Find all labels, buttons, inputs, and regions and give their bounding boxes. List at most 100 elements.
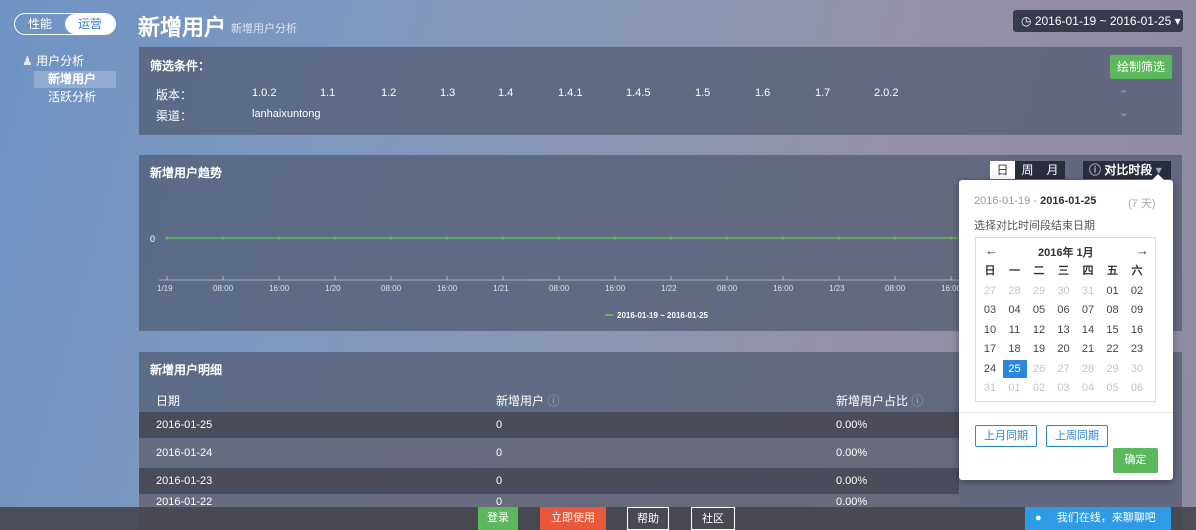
calendar-day[interactable]: 19 [1027,340,1051,358]
cell-date: 2016-01-22 [156,496,213,507]
last-month-period-button[interactable]: 上月同期 [975,425,1037,447]
calendar-day[interactable]: 11 [1003,321,1027,339]
calendar-day[interactable]: 12 [1027,321,1051,339]
cell-new-users: 0 [496,496,503,507]
weekday-label: 六 [1131,265,1143,277]
calendar-day[interactable]: 21 [1076,340,1100,358]
version-option[interactable]: 1.4.5 [626,87,650,99]
calendar-day[interactable]: 22 [1101,340,1125,358]
x-tick-label: 16:00 [605,284,626,293]
calendar-day[interactable]: 02 [1125,282,1149,300]
version-option[interactable]: 1.7 [815,87,830,99]
cell-date: 2016-01-25 [156,419,213,431]
user-icon: ♟ [22,54,33,68]
sidebar-section-user-analysis[interactable]: ♟ 用户分析 [22,52,84,69]
calendar-day[interactable]: 14 [1076,321,1100,339]
chevron-down-icon[interactable]: ⌄ [1119,106,1128,119]
live-chat-button[interactable]: ● 我们在线，来聊聊吧 [1025,507,1171,530]
weekday-label: 一 [1009,265,1020,277]
calendar-day: 27 [983,284,997,297]
help-button[interactable]: 帮助 [627,507,669,530]
calendar-day[interactable]: 20 [1052,340,1076,358]
calendar-day[interactable]: 04 [1003,301,1027,319]
cell-new-users: 0 [496,419,503,431]
calendar-day[interactable]: 01 [1101,282,1125,300]
calendar-day: 30 [1057,284,1070,297]
calendar-day[interactable]: 16 [1125,321,1149,339]
x-tick-label: 08:00 [717,284,738,293]
filter-panel [139,47,1182,135]
calendar-day: 28 [1081,362,1095,375]
version-option[interactable]: 1.2 [381,87,396,99]
calendar-day[interactable]: 07 [1076,301,1100,319]
cell-share: 0.00% [836,447,868,459]
version-option[interactable]: 1.4.1 [558,87,582,99]
picker-divider [959,412,1173,413]
confirm-button[interactable]: 确定 [1113,448,1158,473]
data-point [725,236,729,240]
col-header-share: 新增用户占比 ⓘ [836,392,923,409]
version-option[interactable]: 1.1 [320,87,335,99]
data-point [949,236,953,240]
login-button[interactable]: 登录 [478,507,518,530]
sidebar-item-active-analysis[interactable]: 活跃分析 [34,89,116,106]
version-option[interactable]: 1.5 [695,87,710,99]
col-header-date: 日期 [156,394,181,408]
calendar-day[interactable]: 09 [1125,301,1149,319]
data-point [333,236,337,240]
data-point [389,236,393,240]
channel-option[interactable]: lanhaixuntong [252,108,321,120]
calendar-day[interactable]: 25 [1002,359,1027,378]
date-range-button[interactable]: ◷ 2016-01-19 ~ 2016-01-25 ▾ [1013,10,1183,32]
version-option[interactable]: 1.4 [498,87,513,99]
next-month-icon[interactable]: → [1136,243,1149,258]
x-tick-label: 08:00 [213,284,234,293]
weekday-label: 三 [1058,265,1069,277]
x-tick-label: 16:00 [269,284,290,293]
calendar-day[interactable]: 05 [1027,301,1051,319]
calendar-day[interactable]: 24 [978,360,1002,378]
version-option[interactable]: 1.0.2 [252,87,276,99]
calendar-day[interactable]: 18 [1003,340,1027,358]
table-row: 2016-01-24 0 0.00% [139,440,959,466]
x-tick-label: 1/21 [493,284,509,293]
last-week-period-button[interactable]: 上周同期 [1046,425,1108,447]
prev-month-icon[interactable]: ← [985,243,998,258]
calendar-day: 31 [983,382,997,394]
range-end: 2016-01-25 [1040,195,1097,207]
calendar-day[interactable]: 23 [1125,340,1149,358]
calendar-day: 05 [1106,382,1119,394]
cell-date: 2016-01-24 [156,447,213,459]
calendar-day[interactable]: 08 [1101,301,1125,319]
cell-share: 0.00% [836,419,868,431]
mode-toggle: 性能 运营 [14,13,116,35]
calendar-day[interactable]: 15 [1101,321,1125,339]
use-now-button[interactable]: 立即使用 [540,507,606,530]
chevron-up-icon[interactable]: ⌃ [1119,88,1128,101]
x-tick-label: 16:00 [437,284,458,293]
weekday-label: 四 [1082,265,1094,277]
x-tick-label: 1/22 [661,284,677,293]
weekday-label: 日 [984,265,996,277]
toggle-performance[interactable]: 性能 [15,14,65,34]
calendar-day: 28 [1008,284,1021,297]
community-button[interactable]: 社区 [691,507,735,530]
version-option[interactable]: 1.3 [440,87,455,99]
col-header-new-users: 新增用户 ⓘ [496,392,559,409]
cell-date: 2016-01-23 [156,475,213,487]
cell-share: 0.00% [836,475,868,487]
info-icon: ⓘ [547,394,560,408]
version-option[interactable]: 2.0.2 [874,87,898,99]
calendar-day[interactable]: 13 [1052,321,1076,339]
apply-filter-button[interactable]: 绘制筛选 [1110,55,1172,79]
calendar-day[interactable]: 10 [978,321,1002,339]
calendar-day: 27 [1057,362,1070,375]
sidebar-item-new-users[interactable]: 新增用户 [34,71,116,88]
data-point [221,236,225,240]
toggle-operations[interactable]: 运营 [65,14,115,34]
calendar-day[interactable]: 03 [978,301,1002,319]
calendar-day[interactable]: 17 [978,340,1002,358]
range-days: (7 天) [1128,198,1156,210]
calendar-day[interactable]: 06 [1052,301,1076,319]
version-option[interactable]: 1.6 [755,87,770,99]
